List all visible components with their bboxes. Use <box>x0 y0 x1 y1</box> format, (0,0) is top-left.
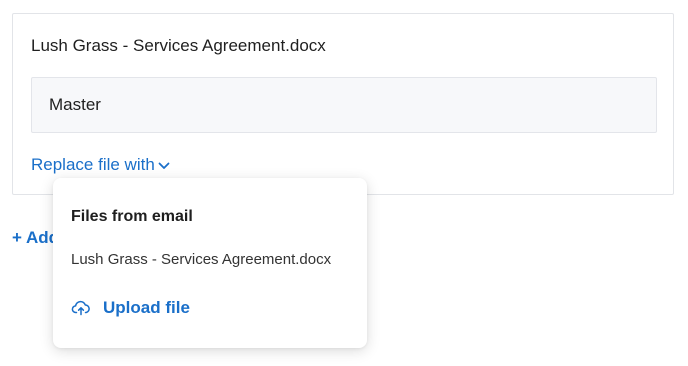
cloud-upload-icon <box>71 300 90 316</box>
replace-file-dropdown-toggle[interactable]: Replace file with <box>31 155 171 175</box>
version-label: Master <box>49 95 101 114</box>
upload-file-button[interactable]: Upload file <box>71 298 190 318</box>
page: Lush Grass - Services Agreement.docx Mas… <box>0 0 688 366</box>
files-from-email-heading: Files from email <box>71 208 193 225</box>
upload-file-label: Upload file <box>103 298 190 317</box>
chevron-down-icon <box>158 162 170 169</box>
replace-file-label: Replace file with <box>31 155 155 174</box>
file-name: Lush Grass - Services Agreement.docx <box>31 36 326 55</box>
version-select[interactable]: Master <box>31 77 657 133</box>
file-card: Lush Grass - Services Agreement.docx Mas… <box>12 13 674 195</box>
email-file-item[interactable]: Lush Grass - Services Agreement.docx <box>71 251 331 268</box>
replace-file-menu: Files from email Lush Grass - Services A… <box>53 178 367 348</box>
